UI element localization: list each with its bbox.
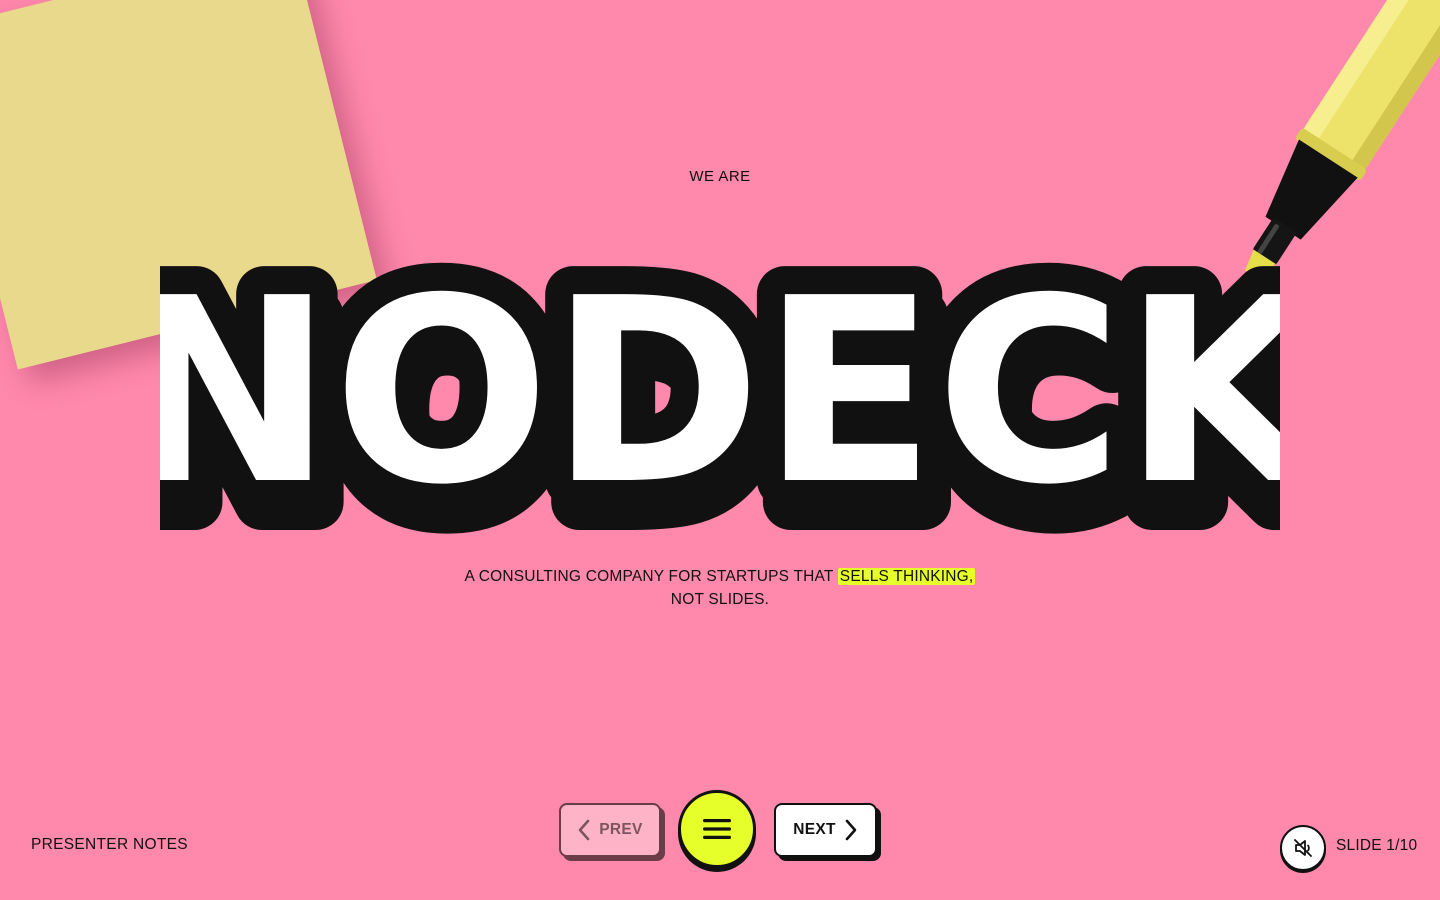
nodeck-wordmark: NODECK NODECK NODECK	[160, 216, 1280, 591]
menu-button[interactable]	[678, 790, 756, 868]
presenter-notes-link[interactable]: PRESENTER NOTES	[31, 836, 188, 854]
tagline: A CONSULTING COMPANY FOR STARTUPS THAT S…	[0, 566, 1440, 611]
wordmark-text: NODECK	[160, 244, 1280, 541]
prev-button[interactable]: PREV	[559, 803, 661, 857]
hamburger-menu-icon	[703, 819, 731, 839]
tagline-text: A CONSULTING COMPANY FOR STARTUPS THAT	[464, 568, 838, 585]
prev-label: PREV	[599, 821, 643, 838]
mute-toggle-button[interactable]	[1280, 825, 1326, 871]
tagline-highlight: SELLS THINKING,	[837, 568, 976, 585]
next-button[interactable]: NEXT	[774, 803, 877, 857]
eyebrow-text: WE ARE	[689, 168, 751, 185]
next-label: NEXT	[793, 821, 836, 838]
sound-muted-icon	[1294, 839, 1312, 857]
chevron-right-icon	[845, 819, 857, 841]
tagline-text-second-line: NOT SLIDES.	[670, 590, 770, 608]
chevron-left-icon	[578, 819, 590, 841]
slide-counter: SLIDE 1/10	[1336, 837, 1418, 854]
